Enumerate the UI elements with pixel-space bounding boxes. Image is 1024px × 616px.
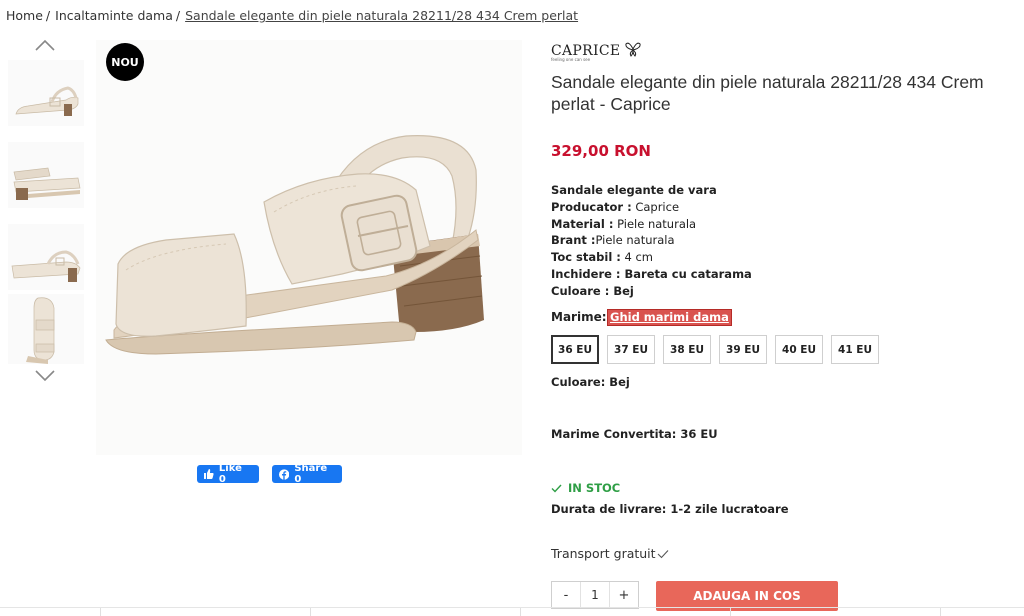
tab-divider — [940, 608, 941, 616]
thumbnail-2[interactable] — [8, 142, 84, 208]
thumbnail-3[interactable] — [8, 224, 84, 290]
chevron-down-icon[interactable] — [34, 369, 56, 383]
facebook-share-button[interactable]: Share 0 — [272, 463, 342, 485]
free-shipping: Transport gratuit — [551, 546, 669, 561]
tab-divider — [310, 608, 311, 616]
brand-logo[interactable]: CAPRICE feeling one can see — [551, 40, 642, 66]
spec-closure-value: Bareta cu catarama — [620, 266, 752, 281]
butterfly-icon — [625, 42, 642, 57]
facebook-share-label: Share 0 — [294, 463, 328, 485]
quantity-increment-button[interactable]: + — [610, 588, 638, 603]
breadcrumb-separator: / — [175, 8, 181, 23]
stock-label: IN STOC — [568, 481, 621, 495]
delivery-time: Durata de livrare: 1-2 zile lucratoare — [551, 502, 789, 516]
facebook-like-button[interactable]: Like 0 — [197, 463, 259, 485]
specs-heading: Sandale elegante de vara — [551, 183, 717, 197]
spec-material-value: Piele naturala — [613, 216, 697, 231]
size-option[interactable]: 36 EU — [551, 335, 599, 364]
spec-producer-value: Caprice — [631, 199, 680, 214]
spec-closure-label: Inchidere : — [551, 266, 621, 281]
spec-heel-label: Toc stabil : — [551, 250, 621, 265]
spec-heel-value: 4 cm — [620, 250, 654, 265]
spec-material-label: Material : — [551, 216, 614, 231]
spec-brant-value: Piele naturala — [595, 233, 675, 248]
converted-size: Marime Convertita: 36 EU — [551, 427, 718, 441]
breadcrumb-category[interactable]: Incaltaminte dama — [55, 8, 173, 23]
tab-divider — [730, 608, 731, 616]
size-selector: 36 EU 37 EU 38 EU 39 EU 40 EU 41 EU — [551, 335, 879, 364]
size-option[interactable]: 38 EU — [663, 335, 711, 364]
facebook-like-label: Like 0 — [218, 463, 242, 485]
thumbs-up-icon — [204, 469, 214, 479]
size-option[interactable]: 37 EU — [607, 335, 655, 364]
quantity-decrement-button[interactable]: - — [552, 588, 580, 603]
free-shipping-label: Transport gratuit — [551, 546, 656, 561]
new-badge: NOU — [106, 43, 144, 81]
selected-color: Culoare: Bej — [551, 375, 630, 389]
thumbnail-gallery — [6, 36, 84, 386]
spec-producer-label: Producator : — [551, 199, 632, 214]
size-guide-link[interactable]: Ghid marimi dama — [607, 309, 732, 326]
breadcrumb-current[interactable]: Sandale elegante din piele naturala 2821… — [185, 8, 578, 23]
spec-color-label: Culoare : — [551, 283, 610, 298]
brand-tagline: feeling one can see — [551, 57, 591, 62]
check-icon — [551, 484, 562, 493]
main-product-image[interactable] — [96, 40, 522, 455]
check-icon — [657, 549, 668, 558]
spec-color-value: Bej — [609, 283, 634, 298]
breadcrumb-home[interactable]: Home — [6, 8, 43, 23]
thumbnail-4[interactable] — [8, 294, 84, 364]
tab-divider — [100, 608, 101, 616]
thumbnail-1[interactable] — [8, 60, 84, 126]
quantity-stepper: - 1 + — [551, 581, 639, 609]
size-option[interactable]: 39 EU — [719, 335, 767, 364]
product-title: Sandale elegante din piele naturala 2821… — [551, 72, 984, 114]
quantity-input[interactable]: 1 — [580, 582, 610, 608]
size-option[interactable]: 40 EU — [775, 335, 823, 364]
product-price: 329,00 RON — [551, 142, 651, 160]
section-divider — [0, 607, 1024, 608]
facebook-icon — [279, 468, 290, 480]
size-option[interactable]: 41 EU — [831, 335, 879, 364]
stock-status: IN STOC — [551, 481, 620, 495]
spec-brant-label: Brant : — [551, 233, 596, 248]
breadcrumb-separator: / — [45, 8, 51, 23]
tab-divider — [520, 608, 521, 616]
product-specs: Sandale elegante de vara Producator : Ca… — [551, 182, 752, 300]
size-label: Marime: — [551, 310, 607, 324]
chevron-up-icon[interactable] — [34, 38, 56, 52]
breadcrumb: Home / Incaltaminte dama / Sandale elegante … — [6, 8, 578, 23]
